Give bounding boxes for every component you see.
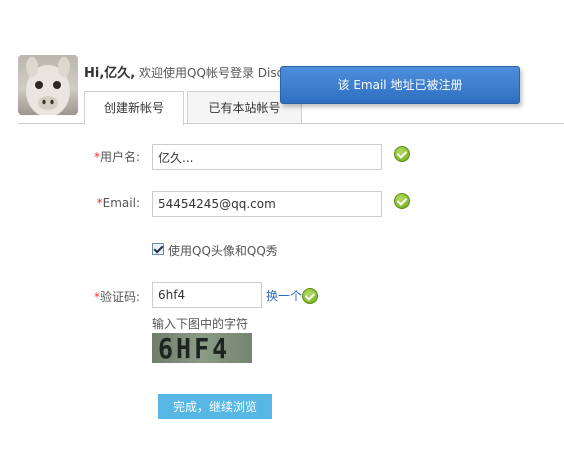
username-input[interactable] xyxy=(152,144,382,170)
llama-avatar-image xyxy=(26,57,70,115)
use-qq-avatar-label[interactable]: 使用QQ头像和QQ秀 xyxy=(168,242,278,259)
username-label-text: 用户名: xyxy=(99,150,140,164)
user-avatar xyxy=(18,55,78,115)
tab-create-account[interactable]: 创建新帐号 xyxy=(84,91,184,125)
captcha-hint: 输入下图中的字符 xyxy=(152,317,249,331)
captcha-image[interactable]: 6HF4 xyxy=(152,333,252,363)
email-input[interactable] xyxy=(152,191,382,217)
user-name: Hi,亿久, xyxy=(84,66,136,81)
email-ok-icon xyxy=(394,193,410,209)
username-ok-icon xyxy=(394,146,410,162)
captcha-label-text: 验证码: xyxy=(99,290,140,304)
captcha-label: *验证码: xyxy=(84,288,140,305)
use-qq-avatar-checkbox[interactable] xyxy=(152,243,164,255)
captcha-input[interactable] xyxy=(152,282,262,308)
email-label-text: Email: xyxy=(102,196,140,210)
captcha-image-text: 6HF4 xyxy=(158,333,231,363)
error-toast: 该 Email 地址已被注册 xyxy=(280,66,520,104)
email-label: *Email: xyxy=(84,196,140,210)
finish-button[interactable]: 完成，继续浏览 xyxy=(158,394,272,419)
welcome-text: 欢迎使用QQ帐号登录 Disc xyxy=(139,66,284,80)
username-label: *用户名: xyxy=(84,148,140,165)
greeting: Hi,亿久, 欢迎使用QQ帐号登录 Disc xyxy=(84,62,284,81)
captcha-ok-icon xyxy=(302,288,318,304)
refresh-captcha-link[interactable]: 换一个 xyxy=(266,287,302,304)
